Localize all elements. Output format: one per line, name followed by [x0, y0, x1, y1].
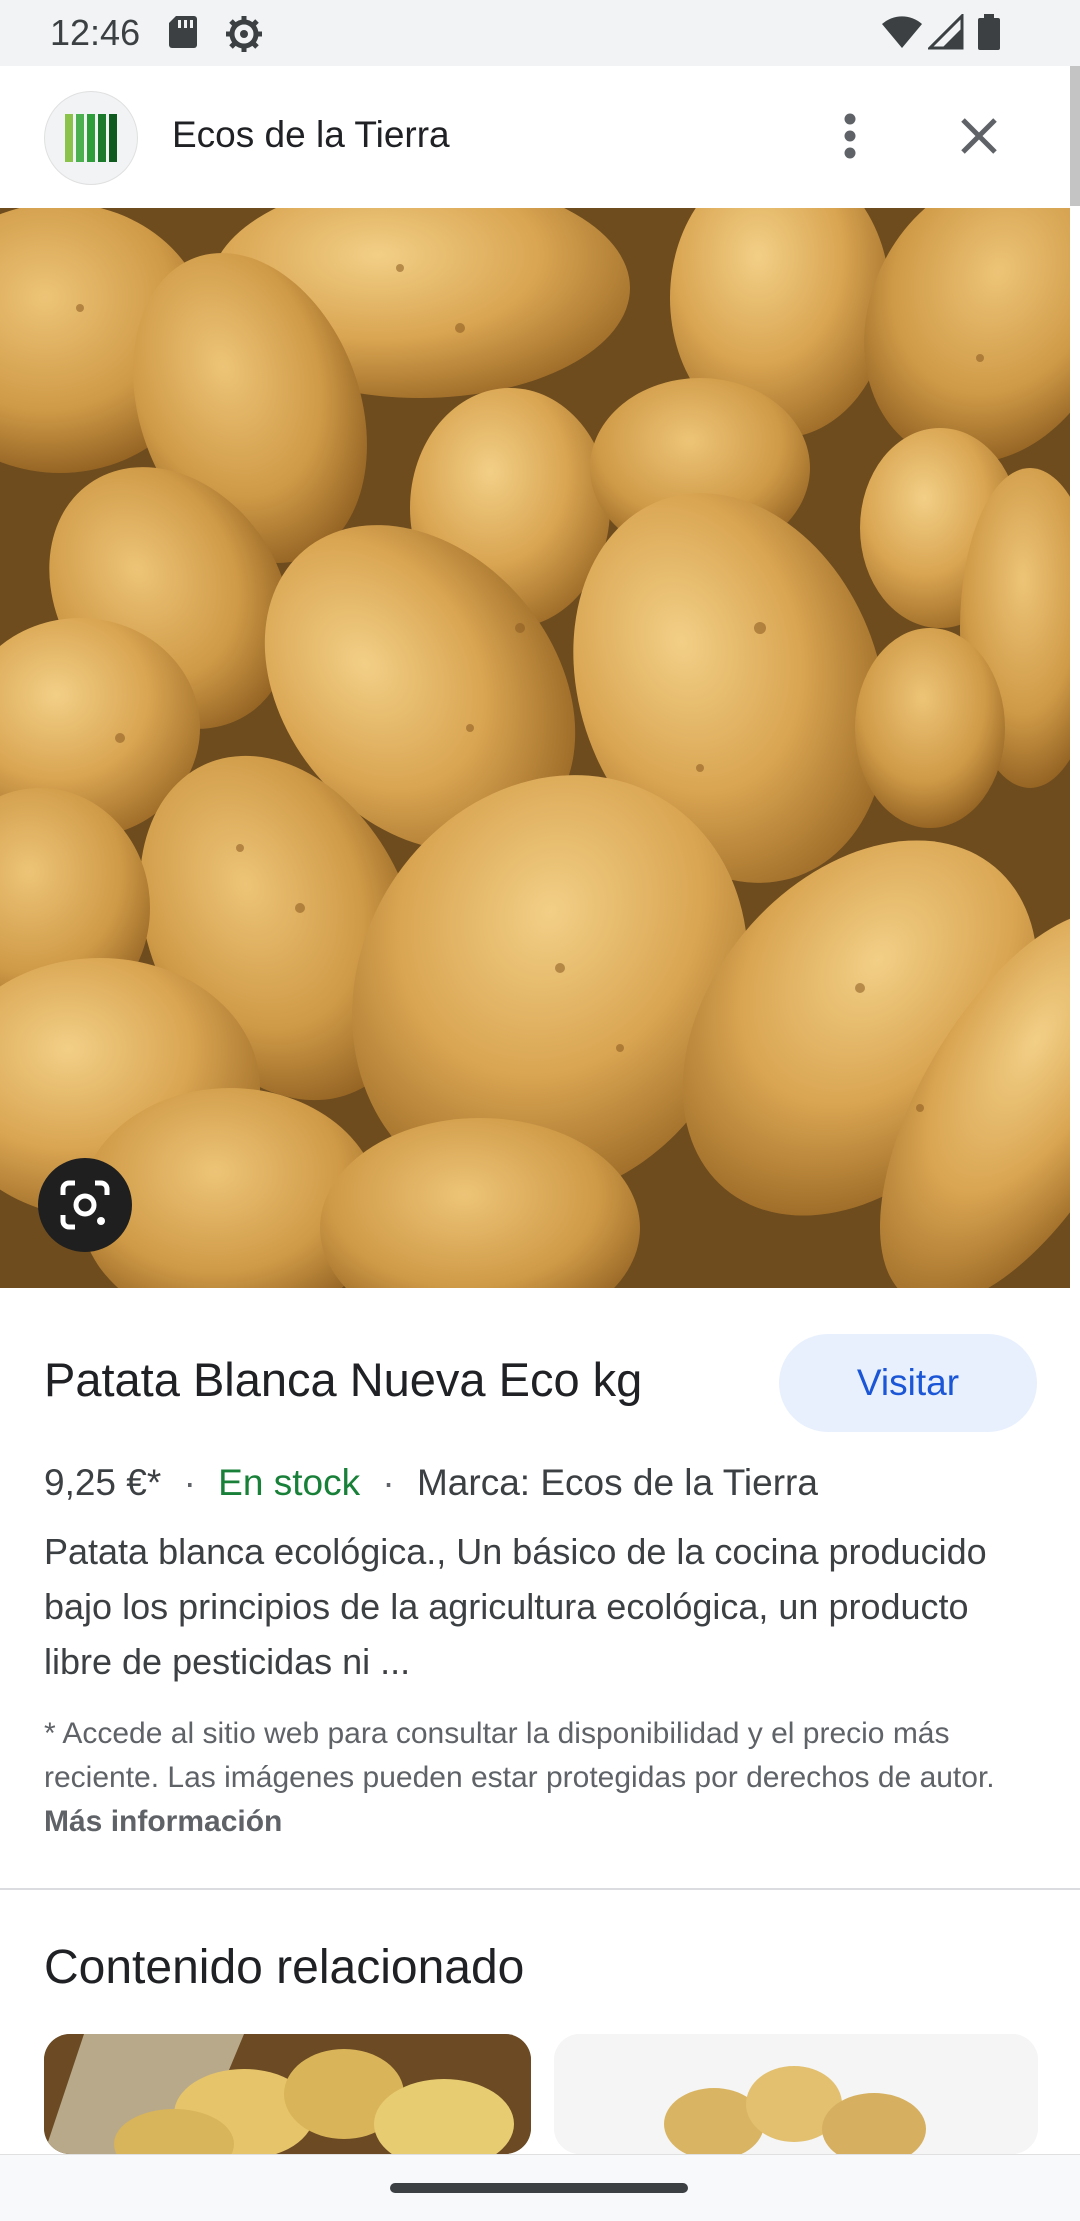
related-potatoes-sack-image	[44, 2034, 531, 2154]
product-title: Patata Blanca Nueva Eco kg	[44, 1353, 643, 1406]
product-brand: Marca: Ecos de la Tierra	[416, 1462, 818, 1503]
brand-logo	[44, 91, 138, 185]
product-meta: 9,25 €* · En stock · Marca: Ecos de la T…	[44, 1462, 818, 1504]
stock-status: En stock	[218, 1462, 361, 1503]
product-price: 9,25 €*	[44, 1462, 162, 1503]
more-vert-icon	[844, 113, 856, 159]
wifi-icon	[882, 16, 922, 48]
lens-search-button[interactable]	[38, 1158, 132, 1252]
disclaimer: * Accede al sitio web para consultar la …	[44, 1712, 1044, 1844]
potatoes-image	[0, 208, 1070, 1288]
scrollbar[interactable]	[1070, 66, 1080, 206]
related-card[interactable]	[554, 2034, 1038, 2154]
google-lens-icon	[60, 1180, 110, 1230]
related-potatoes-image	[554, 2034, 1038, 2154]
header-title: Ecos de la Tierra	[172, 114, 450, 155]
more-info-link[interactable]: Más información	[44, 1805, 282, 1838]
settings-icon	[226, 16, 262, 52]
home-gesture-bar[interactable]	[390, 2183, 688, 2193]
navigation-bar	[0, 2154, 1080, 2221]
status-time: 12:46	[50, 12, 141, 53]
sd-card-icon	[169, 16, 197, 48]
visit-button[interactable]: Visitar	[779, 1334, 1037, 1432]
signal-icon	[928, 14, 964, 50]
product-image[interactable]	[0, 208, 1070, 1288]
close-button[interactable]	[947, 104, 1011, 168]
brand-stripes-icon	[65, 114, 117, 162]
separator-dot: ·	[382, 1462, 395, 1503]
section-divider	[0, 1888, 1080, 1890]
related-content-title: Contenido relacionado	[44, 1941, 525, 1994]
product-description: Patata blanca ecológica., Un básico de l…	[44, 1531, 987, 1682]
close-icon	[961, 118, 997, 154]
battery-icon	[978, 14, 1000, 50]
related-card[interactable]	[44, 2034, 531, 2154]
more-options-button[interactable]	[818, 104, 882, 168]
app-header: Ecos de la Tierra	[0, 66, 1070, 210]
status-bar: 12:46	[0, 0, 1080, 66]
disclaimer-text: * Accede al sitio web para consultar la …	[44, 1717, 995, 1794]
separator-dot: ·	[183, 1462, 196, 1503]
